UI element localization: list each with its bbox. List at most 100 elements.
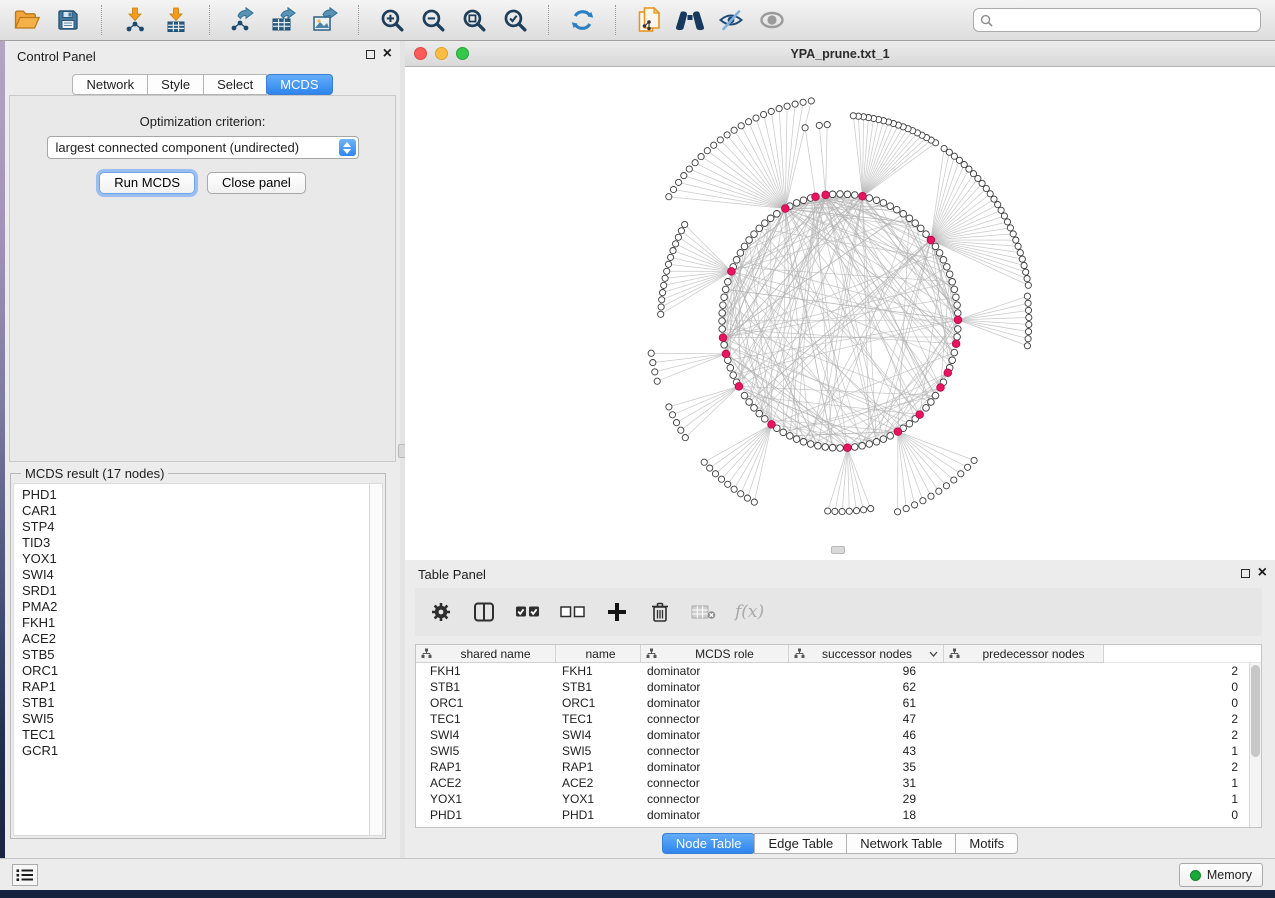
graph-leaf-node[interactable] xyxy=(1024,276,1030,282)
graph-node[interactable] xyxy=(894,206,901,213)
export-network-icon[interactable] xyxy=(226,3,260,37)
graph-leaf-node[interactable] xyxy=(998,207,1004,213)
table-cell[interactable]: SWI4 xyxy=(416,728,556,742)
horizontal-splitter-grip[interactable] xyxy=(831,546,845,554)
table-cell[interactable]: SWI5 xyxy=(556,744,641,758)
graph-leaf-node[interactable] xyxy=(648,350,654,356)
graph-node[interactable] xyxy=(719,310,726,317)
graph-mcds-node[interactable] xyxy=(844,444,852,452)
memory-button[interactable]: Memory xyxy=(1179,863,1263,887)
graph-mcds-node[interactable] xyxy=(927,236,935,244)
mcds-result-item[interactable]: SWI4 xyxy=(22,567,382,583)
graph-node[interactable] xyxy=(944,264,951,271)
graph-leaf-node[interactable] xyxy=(738,123,744,129)
table-cell[interactable]: dominator xyxy=(641,808,789,822)
graph-mcds-node[interactable] xyxy=(894,428,902,436)
graph-node[interactable] xyxy=(730,372,737,379)
mcds-result-item[interactable]: ACE2 xyxy=(22,631,382,647)
table-cell[interactable]: 29 xyxy=(789,792,944,806)
graph-leaf-node[interactable] xyxy=(802,125,808,131)
table-cell[interactable]: TEC1 xyxy=(556,712,641,726)
graph-leaf-node[interactable] xyxy=(903,506,909,512)
deselect-all-icon[interactable] xyxy=(560,599,586,625)
tab-edge-table[interactable]: Edge Table xyxy=(754,833,847,854)
float-panel-icon[interactable] xyxy=(366,50,375,59)
clone-network-icon[interactable] xyxy=(632,3,666,37)
table-cell[interactable]: dominator xyxy=(641,728,789,742)
table-cell[interactable]: 2 xyxy=(944,728,1250,742)
table-row[interactable]: RAP1RAP1dominator352 xyxy=(416,759,1261,775)
table-row[interactable]: ACE2ACE2connector311 xyxy=(416,775,1261,791)
graph-node[interactable] xyxy=(954,302,961,309)
graph-mcds-node[interactable] xyxy=(822,191,830,199)
graph-node[interactable] xyxy=(844,191,851,198)
graph-node[interactable] xyxy=(737,250,744,257)
graph-node[interactable] xyxy=(720,302,727,309)
table-cell[interactable]: YOX1 xyxy=(416,792,556,806)
graph-leaf-node[interactable] xyxy=(1024,293,1030,299)
graph-leaf-node[interactable] xyxy=(666,194,672,200)
graph-node[interactable] xyxy=(721,294,728,301)
table-cell[interactable]: ORC1 xyxy=(556,696,641,710)
graph-leaf-node[interactable] xyxy=(824,122,830,128)
graph-node[interactable] xyxy=(780,429,787,436)
graph-node[interactable] xyxy=(727,365,734,372)
table-cell[interactable]: STB1 xyxy=(416,680,556,694)
graph-leaf-node[interactable] xyxy=(682,221,688,227)
graph-node[interactable] xyxy=(923,231,930,238)
graph-node[interactable] xyxy=(954,334,961,341)
graph-node[interactable] xyxy=(923,405,930,412)
graph-leaf-node[interactable] xyxy=(983,185,989,191)
graph-node[interactable] xyxy=(887,203,894,210)
table-cell[interactable]: 2 xyxy=(944,712,1250,726)
graph-node[interactable] xyxy=(741,392,748,399)
graph-leaf-node[interactable] xyxy=(676,179,682,185)
task-history-button[interactable] xyxy=(12,864,38,886)
delete-column-icon[interactable] xyxy=(648,599,672,625)
graph-node[interactable] xyxy=(829,444,836,451)
graph-leaf-node[interactable] xyxy=(670,248,676,254)
zoom-selected-icon[interactable] xyxy=(498,3,532,37)
table-cell[interactable]: 61 xyxy=(789,696,944,710)
table-cell[interactable]: 0 xyxy=(944,696,1250,710)
graph-leaf-node[interactable] xyxy=(1001,213,1007,219)
graph-leaf-node[interactable] xyxy=(761,111,767,117)
graph-node[interactable] xyxy=(866,441,873,448)
run-mcds-button[interactable]: Run MCDS xyxy=(99,172,195,194)
table-cell[interactable]: PHD1 xyxy=(556,808,641,822)
graph-leaf-node[interactable] xyxy=(1013,237,1019,243)
graph-leaf-node[interactable] xyxy=(658,311,664,317)
table-row[interactable]: FKH1FKH1dominator962 xyxy=(416,663,1261,679)
graph-node[interactable] xyxy=(829,191,836,198)
graph-node[interactable] xyxy=(955,326,962,333)
graph-node[interactable] xyxy=(852,192,859,199)
graph-node[interactable] xyxy=(721,342,728,349)
graph-node[interactable] xyxy=(800,197,807,204)
graph-node[interactable] xyxy=(880,200,887,207)
graph-leaf-node[interactable] xyxy=(707,465,713,471)
graph-node[interactable] xyxy=(866,195,873,202)
graph-leaf-node[interactable] xyxy=(832,508,838,514)
table-cell[interactable]: YOX1 xyxy=(556,792,641,806)
graph-leaf-node[interactable] xyxy=(943,483,949,489)
graph-mcds-node[interactable] xyxy=(735,383,743,391)
close-panel-button[interactable]: Close panel xyxy=(207,172,306,194)
table-cell[interactable]: 46 xyxy=(789,728,944,742)
graph-node[interactable] xyxy=(746,399,753,406)
graph-leaf-node[interactable] xyxy=(665,261,671,267)
graph-leaf-node[interactable] xyxy=(971,457,977,463)
graph-leaf-node[interactable] xyxy=(652,369,658,375)
graph-leaf-node[interactable] xyxy=(1025,300,1031,306)
table-cell[interactable]: 2 xyxy=(944,664,1250,678)
graph-node[interactable] xyxy=(873,439,880,446)
mcds-result-item[interactable]: CAR1 xyxy=(22,503,382,519)
graph-leaf-node[interactable] xyxy=(717,137,723,143)
graph-leaf-node[interactable] xyxy=(686,166,692,172)
graph-leaf-node[interactable] xyxy=(666,404,672,410)
table-cell[interactable]: 2 xyxy=(944,760,1250,774)
table-cell[interactable]: ACE2 xyxy=(556,776,641,790)
column-header-mcds-role[interactable]: MCDS role xyxy=(641,645,789,663)
mcds-list-scrollbar[interactable] xyxy=(369,484,382,835)
graph-mcds-node[interactable] xyxy=(722,350,730,358)
graph-leaf-node[interactable] xyxy=(941,145,947,151)
